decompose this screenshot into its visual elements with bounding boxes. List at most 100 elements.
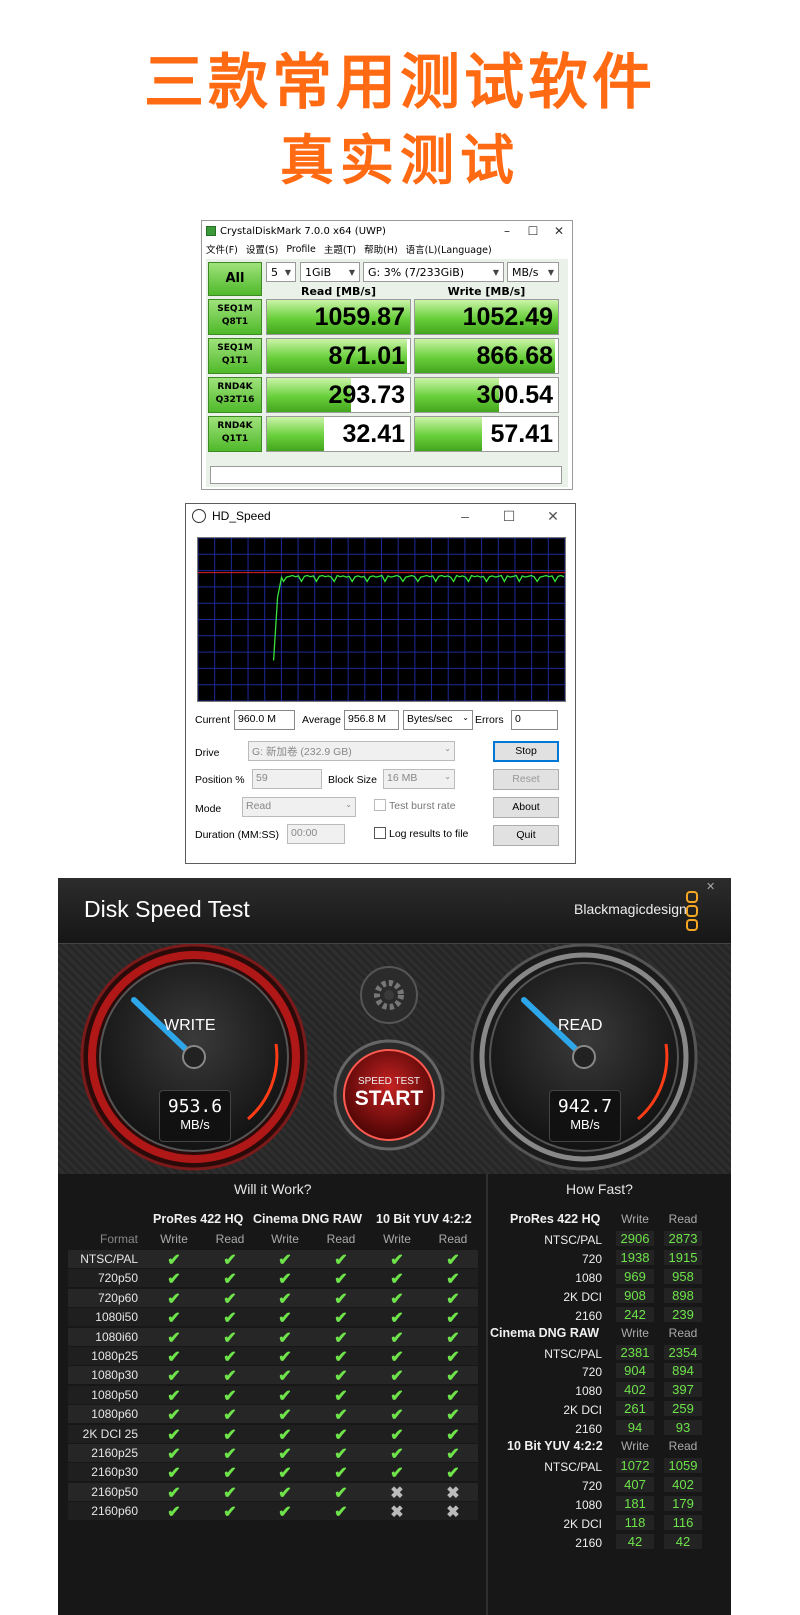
check-icon: ✔: [446, 1387, 460, 1405]
check-icon: ✔: [390, 1387, 404, 1405]
check-icon: ✔: [167, 1407, 181, 1425]
unit-value: Bytes/sec: [407, 713, 453, 725]
check-icon: ✔: [223, 1349, 237, 1366]
test-button[interactable]: SEQ1M Q1T1: [208, 338, 262, 374]
check-icon: ✔: [167, 1252, 181, 1269]
check-icon: ✔: [446, 1349, 460, 1366]
write-col-header: Write: [271, 1232, 299, 1246]
check-icon: ✔: [334, 1407, 348, 1425]
log-checkbox[interactable]: [374, 827, 386, 839]
check-icon: ✔: [446, 1271, 460, 1289]
drive-select[interactable]: G: 新加卷 (232.9 GB) ⌄: [248, 741, 455, 761]
test-name: SEQ1M: [217, 343, 253, 353]
check-icon: ✔: [334, 1465, 348, 1483]
blocksize-select[interactable]: 16 MB ⌄: [383, 769, 455, 789]
brand-logo-icon: [686, 891, 698, 931]
how-fast-codec: ProRes 422 HQ: [510, 1212, 601, 1226]
read-speed: 239: [664, 1306, 702, 1322]
chevron-down-icon: ⌄: [444, 744, 451, 753]
menu-theme[interactable]: 主题(T): [324, 242, 356, 256]
resolution-label: NTSC/PAL: [544, 1346, 602, 1361]
check-icon: ✔: [167, 1310, 181, 1328]
format-name: 1080p50: [91, 1387, 138, 1402]
position-field[interactable]: 59: [252, 769, 322, 789]
close-icon[interactable]: ✕: [531, 508, 575, 525]
resolution-label: 1080: [575, 1270, 602, 1285]
resolution-label: 720: [581, 1365, 602, 1380]
settings-gear-icon[interactable]: [360, 966, 418, 1024]
menu-settings[interactable]: 设置(S): [246, 242, 278, 256]
check-icon: ✔: [167, 1484, 181, 1502]
format-name: 2160p30: [91, 1465, 138, 1480]
check-icon: ✔: [390, 1465, 404, 1483]
duration-field[interactable]: 00:00: [287, 824, 345, 844]
check-icon: ✔: [334, 1484, 348, 1502]
check-icon: ✔: [446, 1290, 460, 1308]
mode-select[interactable]: Read ⌄: [242, 797, 356, 817]
all-button[interactable]: All: [208, 262, 262, 296]
check-icon: ✔: [278, 1465, 292, 1483]
close-icon[interactable]: ✕: [546, 224, 572, 238]
drive-select[interactable]: G: 3% (7/233GiB) ▼: [363, 262, 504, 282]
maximize-icon[interactable]: ☐: [520, 224, 546, 238]
test-button[interactable]: SEQ1M Q8T1: [208, 299, 262, 335]
read-speed: 116: [664, 1514, 702, 1530]
write-col-header: Write: [383, 1232, 411, 1246]
write-header: Write [MB/s]: [447, 285, 526, 298]
speed-graph: [197, 537, 566, 702]
count-select[interactable]: 5 ▼: [266, 262, 296, 282]
menu-file[interactable]: 文件(F): [206, 242, 238, 256]
unit-select[interactable]: Bytes/sec ⌄: [403, 710, 473, 730]
menu-help[interactable]: 帮助(H): [364, 242, 398, 256]
bm-title: Disk Speed Test: [84, 896, 250, 922]
reset-button[interactable]: Reset: [493, 769, 559, 790]
start-small-label: SPEED TEST: [357, 1076, 421, 1087]
unit-select[interactable]: MB/s ▼: [507, 262, 559, 282]
burst-checkbox[interactable]: [374, 799, 386, 811]
read-speed: 397: [664, 1382, 702, 1398]
close-icon[interactable]: ✕: [706, 880, 715, 893]
chevron-down-icon: ▼: [348, 267, 355, 277]
read-readout: 942.7 MB/s: [549, 1090, 621, 1142]
start-button[interactable]: SPEED TEST START: [344, 1076, 434, 1111]
minimize-icon[interactable]: –: [494, 224, 520, 238]
menu-profile[interactable]: Profile: [286, 244, 316, 255]
test-queue: Q8T1: [221, 317, 249, 327]
write-value: 866.68: [476, 342, 553, 370]
write-col-header: Write: [621, 1439, 649, 1453]
stop-button[interactable]: Stop: [493, 741, 559, 762]
check-icon: ✔: [390, 1368, 404, 1386]
check-icon: ✔: [390, 1252, 404, 1269]
test-button[interactable]: RND4K Q1T1: [208, 416, 262, 452]
check-icon: ✔: [334, 1446, 348, 1463]
write-speed: 42: [616, 1533, 654, 1549]
size-select[interactable]: 1GiB ▼: [300, 262, 360, 282]
quit-button[interactable]: Quit: [493, 825, 559, 846]
maximize-icon[interactable]: ☐: [487, 508, 531, 525]
check-icon: ✔: [446, 1426, 460, 1444]
write-result-cell: 1052.49: [414, 299, 559, 335]
check-icon: ✔: [390, 1271, 404, 1289]
check-icon: ✔: [223, 1484, 237, 1502]
check-icon: ✔: [390, 1329, 404, 1347]
hdspeed-window: HD_Speed – ☐ ✕ Current 960.0 M Average 9…: [185, 503, 576, 864]
test-button[interactable]: RND4K Q32T16: [208, 377, 262, 413]
format-name: 1080i60: [95, 1329, 138, 1344]
write-value: 57.41: [490, 420, 553, 448]
cross-icon: ✖: [390, 1484, 404, 1502]
cross-icon: ✖: [446, 1484, 460, 1502]
write-speed: 402: [616, 1382, 654, 1398]
write-speed: 2906: [616, 1231, 654, 1246]
minimize-icon[interactable]: –: [443, 508, 487, 524]
check-icon: ✔: [223, 1252, 237, 1269]
write-speed: 407: [616, 1476, 654, 1492]
write-col-header: Write: [621, 1212, 649, 1226]
check-icon: ✔: [446, 1446, 460, 1463]
resolution-label: NTSC/PAL: [544, 1233, 602, 1247]
cdm-status-bar: [210, 466, 562, 484]
menu-language[interactable]: 语言(L)(Language): [406, 242, 492, 256]
page-root: { "header": {"line1": "三款常用测试软件", "line2…: [0, 0, 800, 1615]
duration-label: Duration (MM:SS): [195, 829, 280, 841]
drive-value: G: 新加卷 (232.9 GB): [252, 746, 352, 758]
about-button[interactable]: About: [493, 797, 559, 818]
